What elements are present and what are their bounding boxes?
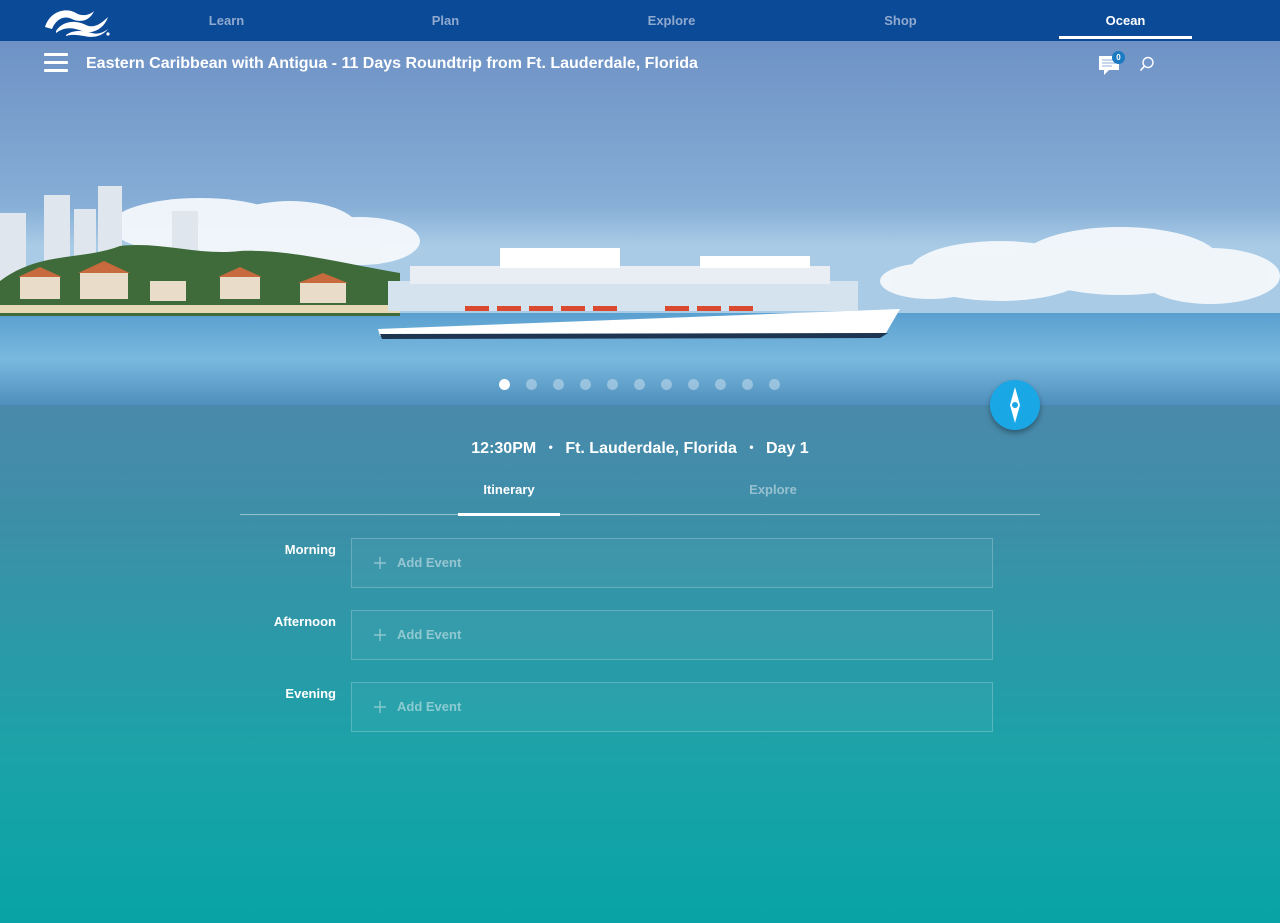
period-label-morning: Morning	[284, 542, 336, 557]
add-event-button[interactable]: Add Event	[374, 611, 461, 659]
day-header: 12:30PM • Ft. Lauderdale, Florida • Day …	[0, 436, 1280, 460]
add-event-label: Add Event	[397, 627, 462, 642]
carousel-dot[interactable]	[769, 379, 780, 390]
day-label: Day 1	[766, 440, 809, 457]
hero-image	[0, 41, 1280, 405]
carousel-dot[interactable]	[580, 379, 591, 390]
add-event-label: Add Event	[397, 699, 462, 714]
period-label-afternoon: Afternoon	[273, 614, 336, 629]
carousel-dot[interactable]	[715, 379, 726, 390]
itinerary-tabs: Itinerary Explore	[240, 470, 1040, 516]
plus-icon	[374, 557, 386, 569]
nav-active-indicator	[1059, 36, 1192, 39]
compass-button[interactable]	[990, 380, 1040, 430]
hamburger-icon[interactable]	[44, 53, 68, 75]
tab-itinerary[interactable]: Itinerary	[458, 470, 560, 516]
carousel-dot[interactable]	[607, 379, 618, 390]
separator-dot: •	[548, 440, 553, 454]
nav-plan[interactable]: Plan	[379, 0, 512, 41]
chat-button[interactable]: 0	[1097, 51, 1125, 77]
chat-count-badge: 0	[1112, 51, 1125, 64]
arrival-time: 12:30PM	[471, 440, 537, 457]
top-navigation: Learn Plan Explore Shop Ocean	[0, 0, 1280, 41]
period-label-evening: Evening	[285, 686, 336, 701]
carousel-dot[interactable]	[526, 379, 537, 390]
page-title: Eastern Caribbean with Antigua - 11 Days…	[86, 55, 698, 72]
carousel-dots	[499, 379, 796, 391]
separator-dot: •	[749, 440, 754, 454]
carousel-dot[interactable]	[742, 379, 753, 390]
tab-active-indicator	[458, 513, 560, 516]
nav-ocean-label: Ocean	[1105, 13, 1146, 28]
search-icon[interactable]	[1139, 56, 1155, 72]
add-event-label: Add Event	[397, 555, 462, 570]
nav-explore[interactable]: Explore	[605, 0, 738, 41]
princess-wave-logo[interactable]	[42, 5, 112, 37]
compass-icon	[1010, 387, 1020, 423]
add-event-button[interactable]: Add Event	[374, 539, 461, 587]
port-scene-illustration	[0, 41, 1280, 405]
add-event-button[interactable]: Add Event	[374, 683, 461, 731]
plus-icon	[374, 701, 386, 713]
nav-ocean[interactable]: Ocean	[1059, 0, 1192, 41]
tab-explore[interactable]: Explore	[722, 470, 824, 515]
carousel-dot[interactable]	[688, 379, 699, 390]
port-location: Ft. Lauderdale, Florida	[565, 440, 737, 457]
carousel-dot[interactable]	[661, 379, 672, 390]
add-event-afternoon[interactable]: Add Event	[351, 610, 993, 660]
carousel-dot[interactable]	[634, 379, 645, 390]
tab-itinerary-label: Itinerary	[483, 482, 535, 497]
nav-learn[interactable]: Learn	[160, 0, 293, 41]
plus-icon	[374, 629, 386, 641]
add-event-evening[interactable]: Add Event	[351, 682, 993, 732]
add-event-morning[interactable]: Add Event	[351, 538, 993, 588]
carousel-dot[interactable]	[499, 379, 510, 390]
nav-shop[interactable]: Shop	[834, 0, 967, 41]
carousel-dot[interactable]	[553, 379, 564, 390]
